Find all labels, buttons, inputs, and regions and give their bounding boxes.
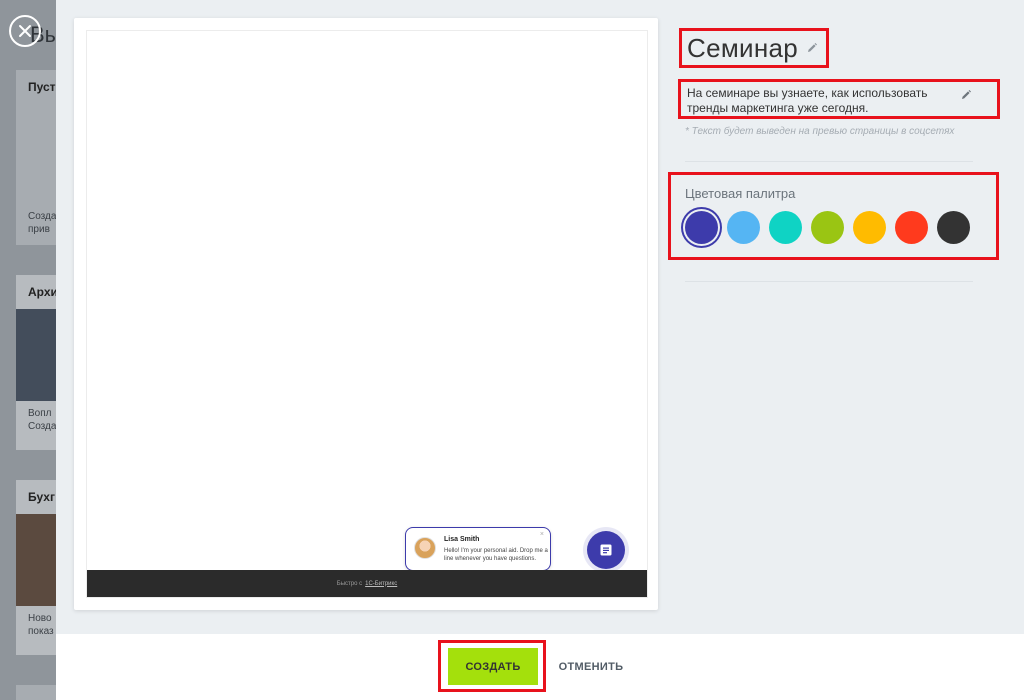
chat-close-icon[interactable]: × — [540, 531, 544, 538]
chat-widget-bubble[interactable]: Lisa Smith Hello! I'm your personal aid.… — [405, 527, 551, 571]
close-button[interactable] — [9, 15, 41, 47]
cancel-button[interactable]: ОТМЕНИТЬ — [554, 648, 628, 685]
color-swatches — [685, 211, 970, 244]
background-card-title: Архи — [28, 285, 56, 299]
background-template-card[interactable]: Архи Вопл Созда — [16, 275, 56, 450]
avatar — [414, 537, 436, 559]
create-button[interactable]: СОЗДАТЬ — [448, 648, 538, 685]
footer-brand-link[interactable]: 1С-Битрикс — [365, 581, 397, 587]
description-hint: * Текст будет выведен на превью страницы… — [685, 126, 955, 137]
site-description-editor[interactable]: На семинаре вы узнаете, как использовать… — [678, 79, 1000, 119]
color-swatch-7[interactable] — [937, 211, 970, 244]
color-swatch-3[interactable] — [769, 211, 802, 244]
divider — [685, 161, 973, 162]
site-preview-card: Lisa Smith Hello! I'm your personal aid.… — [74, 18, 658, 610]
site-title-editor[interactable]: Семинар — [679, 28, 830, 68]
background-template-card[interactable]: Бухг Ново показ — [16, 480, 56, 655]
color-swatch-1[interactable] — [685, 211, 718, 244]
background-template-card[interactable]: Пуст Созда прив — [16, 70, 56, 245]
background-card-text: Вопл Созда — [28, 408, 56, 432]
action-bar: СОЗДАТЬ ОТМЕНИТЬ — [56, 634, 1024, 700]
site-settings-panel: Lisa Smith Hello! I'm your personal aid.… — [56, 0, 1024, 700]
footer-prefix: Быстро с — [336, 580, 363, 587]
site-description[interactable]: На семинаре вы узнаете, как использовать… — [687, 86, 957, 116]
preview-footer: Быстро с 1С-Битрикс — [87, 570, 647, 597]
palette-label: Цветовая палитра — [685, 186, 796, 201]
color-swatch-2[interactable] — [727, 211, 760, 244]
background-template-card[interactable] — [16, 685, 56, 700]
color-swatch-4[interactable] — [811, 211, 844, 244]
pencil-icon[interactable] — [960, 89, 972, 101]
site-title[interactable]: Семинар — [687, 33, 798, 64]
site-preview-frame: Lisa Smith Hello! I'm your personal aid.… — [86, 30, 648, 598]
color-palette: Цветовая палитра — [668, 172, 999, 260]
divider — [685, 281, 973, 282]
background-card-text: Созда прив — [28, 211, 56, 235]
chat-open-button[interactable] — [587, 531, 625, 569]
close-icon — [19, 25, 31, 37]
background-card-image — [16, 514, 56, 606]
background-card-title: Пуст — [28, 80, 56, 94]
background-card-title: Бухг — [28, 490, 55, 504]
chat-icon — [600, 544, 612, 556]
chat-agent-name: Lisa Smith — [444, 536, 480, 543]
color-swatch-5[interactable] — [853, 211, 886, 244]
chat-message: Hello! I'm your personal aid. Drop me a … — [444, 548, 548, 562]
background-card-image — [16, 309, 56, 401]
pencil-icon[interactable] — [806, 42, 818, 54]
color-swatch-6[interactable] — [895, 211, 928, 244]
background-card-text: Ново показ — [28, 613, 54, 637]
